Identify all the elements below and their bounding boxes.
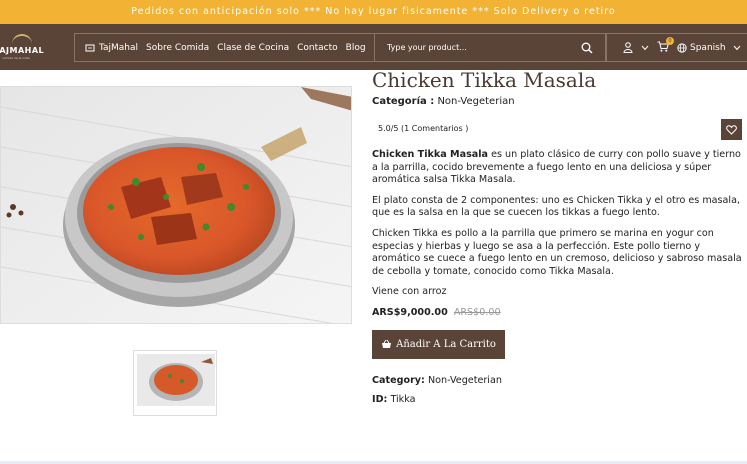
site-logo[interactable]: TAJMAHAL comida de la india [0,34,48,60]
logo-name: TAJMAHAL [0,46,45,55]
basket-icon [382,340,392,349]
rating-text[interactable]: 5.0/5 (1 Comentarios ) [378,124,468,133]
logo-dome-icon [12,34,32,44]
meta-category-value[interactable]: Non-Vegeterian [428,375,502,386]
menu-item-label: Sobre Comida [146,42,210,53]
curry-bowl-photo [1,87,351,323]
meta-category-label: Category: [372,374,425,386]
description-dish-name: Chicken Tikka Masala [372,149,489,160]
product-meta: Category: Non-Vegeterian ID: Tikka [372,371,747,409]
rating-row: 5.0/5 (1 Comentarios ) [372,119,747,140]
category-label: Categoría : [372,96,435,107]
curry-bowl-thumbnail [137,354,215,406]
search-bar: Type your product... [374,33,606,62]
description-paragraph: El plato consta de 2 componentes: uno es… [372,194,741,219]
cart-button[interactable]: 0 [657,36,674,55]
menu-item-contacto[interactable]: Contacto [297,43,338,53]
search-input[interactable]: Type your product... [387,43,581,52]
product-main-image[interactable] [0,86,352,324]
meta-category: Category: Non-Vegeterian [372,371,747,390]
menu-item-blog[interactable]: Blog [346,43,366,53]
meta-id: ID: Tikka [372,390,747,409]
menu-item-tajmahal[interactable]: TajMahal [85,43,138,53]
main-navbar: TAJMAHAL comida de la india TajMahal Sob… [0,24,747,70]
description-paragraph: Viene con arroz [372,286,447,298]
product-description: Chicken Tikka Masala es un plato clásico… [372,149,747,299]
menu-item-label: Clase de Cocina [217,42,290,53]
menu-item-clase-de-cocina[interactable]: Clase de Cocina [217,43,289,53]
user-icon[interactable] [623,42,633,53]
globe-icon [677,42,687,53]
old-price: ARS$0.00 [453,306,501,318]
menu-item-label: Contacto [297,42,338,53]
cart-count-badge: 0 [666,36,674,45]
product-category: Categoría : Non-Vegeterian [372,96,747,107]
current-price: ARS$9,000.00 [372,306,448,318]
menu-item-label: TajMahal [99,42,139,53]
product-title: Chicken Tikka Masala [372,68,597,92]
language-selector[interactable]: Spanish [677,43,741,53]
wishlist-button[interactable] [721,119,742,140]
meta-id-value: Tikka [390,393,416,405]
chevron-down-icon[interactable] [641,45,649,51]
menu-item-sobre-comida[interactable]: Sobre Comida [146,43,209,53]
category-value[interactable]: Non-Vegeterian [437,96,514,107]
heart-icon [726,124,737,135]
chevron-down-icon [733,45,740,50]
add-to-cart-button[interactable]: Añadir A La Carrito [372,329,505,359]
language-label: Spanish [690,42,726,53]
main-menu: TajMahal Sobre Comida Clase de Cocina Co… [74,33,374,62]
product-info: Chicken Tikka Masala Categoría : Non-Veg… [372,66,747,409]
meta-id-label: ID: [372,393,388,405]
store-icon [85,44,95,52]
description-paragraph: Chicken Tikka es pollo a la parrilla que… [372,227,742,277]
product-thumbnail[interactable] [133,350,217,416]
announcement-bar: Pedidos con anticipación solo *** No hay… [0,0,747,24]
menu-item-label: Blog [345,42,366,53]
add-to-cart-label: Añadir A La Carrito [396,338,496,350]
search-icon[interactable] [581,42,593,54]
description-paragraph: Chicken Tikka Masala es un plato clásico… [372,149,747,187]
header-tools: 0 Spanish [606,33,747,62]
price-row: ARS$9,000.00 ARS$0.00 [372,307,747,318]
logo-subtitle: comida de la india [2,56,30,60]
